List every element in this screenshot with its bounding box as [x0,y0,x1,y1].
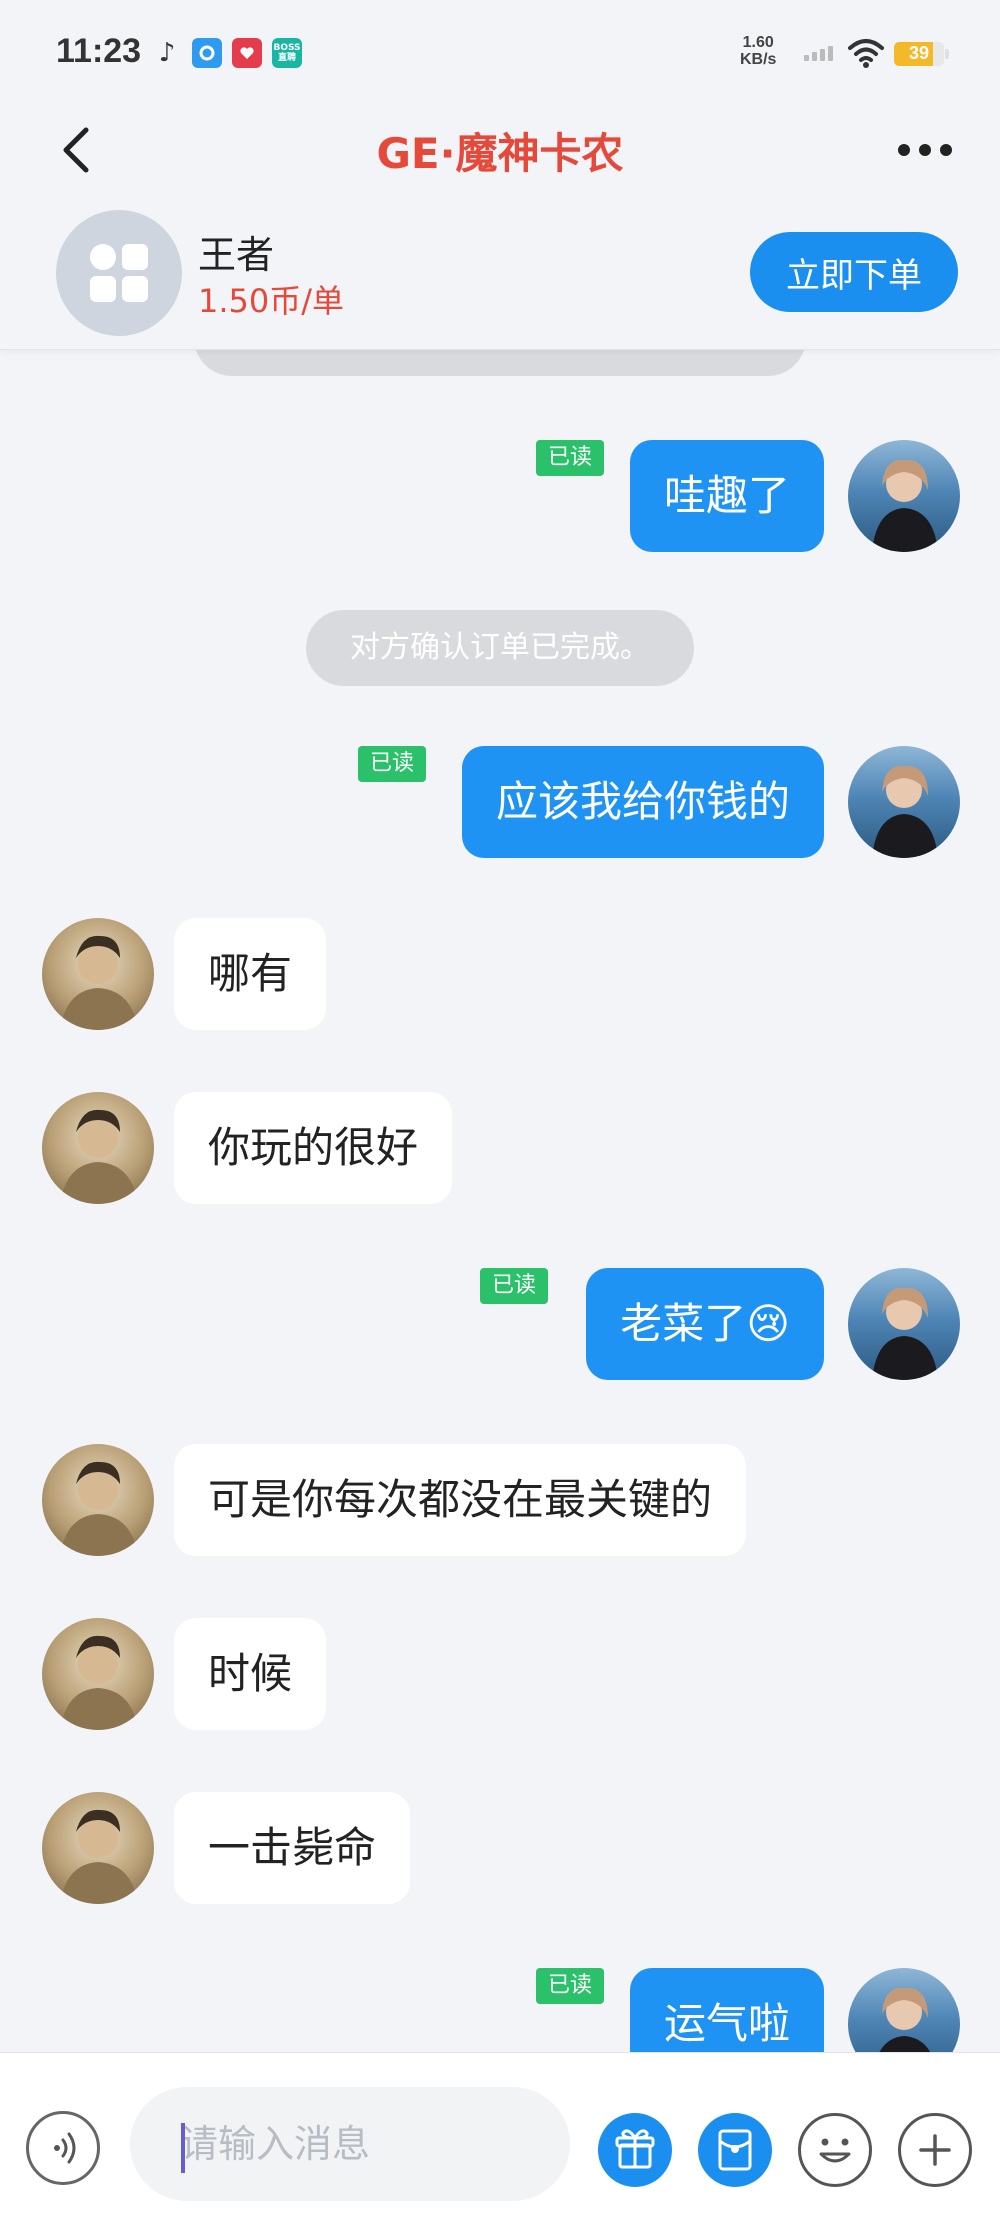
read-badge: 已读 [536,1968,605,2004]
chat-bubble-out[interactable]: 运气啦 [629,1968,824,2052]
chat-area[interactable]: 已读 哇趣了 对方确认订单已完成。 已读 应该我给你钱的 哪有 你玩的很好 已读… [0,350,1000,2052]
contact-avatar[interactable] [42,1092,154,1204]
red-packet-button[interactable] [698,2113,772,2187]
system-message-partial [194,350,806,376]
net-speed-unit: KB/s [740,51,777,68]
blue-app-icon [192,38,222,68]
tiktok-icon: ♪ [158,38,176,68]
voice-button[interactable] [26,2111,100,2185]
service-name: 王者 [198,233,275,277]
page-title: GE·魔神卡农 [376,129,624,178]
emoji-button[interactable] [798,2113,872,2187]
service-price: 1.50币/单 [198,282,345,320]
status-bar: 11:23 ♪ BOSS 直聘 1.60 KB/s 39 [0,0,1000,100]
input-bar [0,2052,1000,2222]
plus-icon [919,2134,951,2166]
voice-icon [54,2132,76,2164]
read-badge: 已读 [480,1268,549,1304]
contact-avatar[interactable] [42,1444,154,1556]
chat-bubble-in[interactable]: 可是你每次都没在最关键的 [174,1444,747,1556]
more-actions-button[interactable] [898,2113,972,2187]
chat-bubble-out[interactable]: 老菜了😢 [586,1268,824,1380]
chat-bubble-out[interactable]: 应该我给你钱的 [461,746,824,858]
wifi-icon [848,39,884,68]
contact-avatar[interactable] [42,918,154,1030]
signal-icon [804,46,833,61]
envelope-icon [718,2129,752,2171]
read-badge: 已读 [536,440,605,476]
battery-level: 39 [908,43,930,63]
chat-bubble-in[interactable]: 哪有 [174,918,327,1030]
chat-bubble-out[interactable]: 哇趣了 [629,440,824,552]
contact-avatar[interactable] [42,1618,154,1730]
gift-button[interactable] [598,2113,672,2187]
gift-icon [615,2129,655,2169]
my-avatar[interactable] [848,440,960,552]
my-avatar[interactable] [848,1968,960,2052]
text-caret [181,2123,185,2173]
smiley-icon [819,2138,851,2163]
red-app-icon [232,38,262,68]
chat-bubble-in[interactable]: 时候 [174,1618,327,1730]
battery-icon: 39 [894,42,944,66]
order-now-button[interactable]: 立即下单 [750,232,958,312]
net-speed: 1.60 KB/s [740,34,776,68]
read-badge: 已读 [358,746,427,782]
system-message: 对方确认订单已完成。 [306,610,694,686]
more-dots-icon [898,144,910,156]
contact-avatar[interactable] [42,1792,154,1904]
status-time: 11:23 [56,32,142,70]
app-grid-icon [90,244,148,302]
my-avatar[interactable] [848,746,960,858]
chat-bubble-in[interactable]: 你玩的很好 [174,1092,453,1204]
more-button[interactable] [890,122,960,178]
status-app-icons: ♪ BOSS 直聘 [152,38,302,68]
message-input[interactable] [130,2087,570,2201]
service-header: 王者 1.50币/单 立即下单 [0,200,1000,350]
boss-icon: BOSS 直聘 [272,38,302,68]
net-speed-value: 1.60 [742,34,774,51]
service-avatar[interactable] [56,210,182,336]
my-avatar[interactable] [848,1268,960,1380]
nav-bar: GE·魔神卡农 [0,100,1000,200]
chat-bubble-in[interactable]: 一击毙命 [174,1792,411,1904]
